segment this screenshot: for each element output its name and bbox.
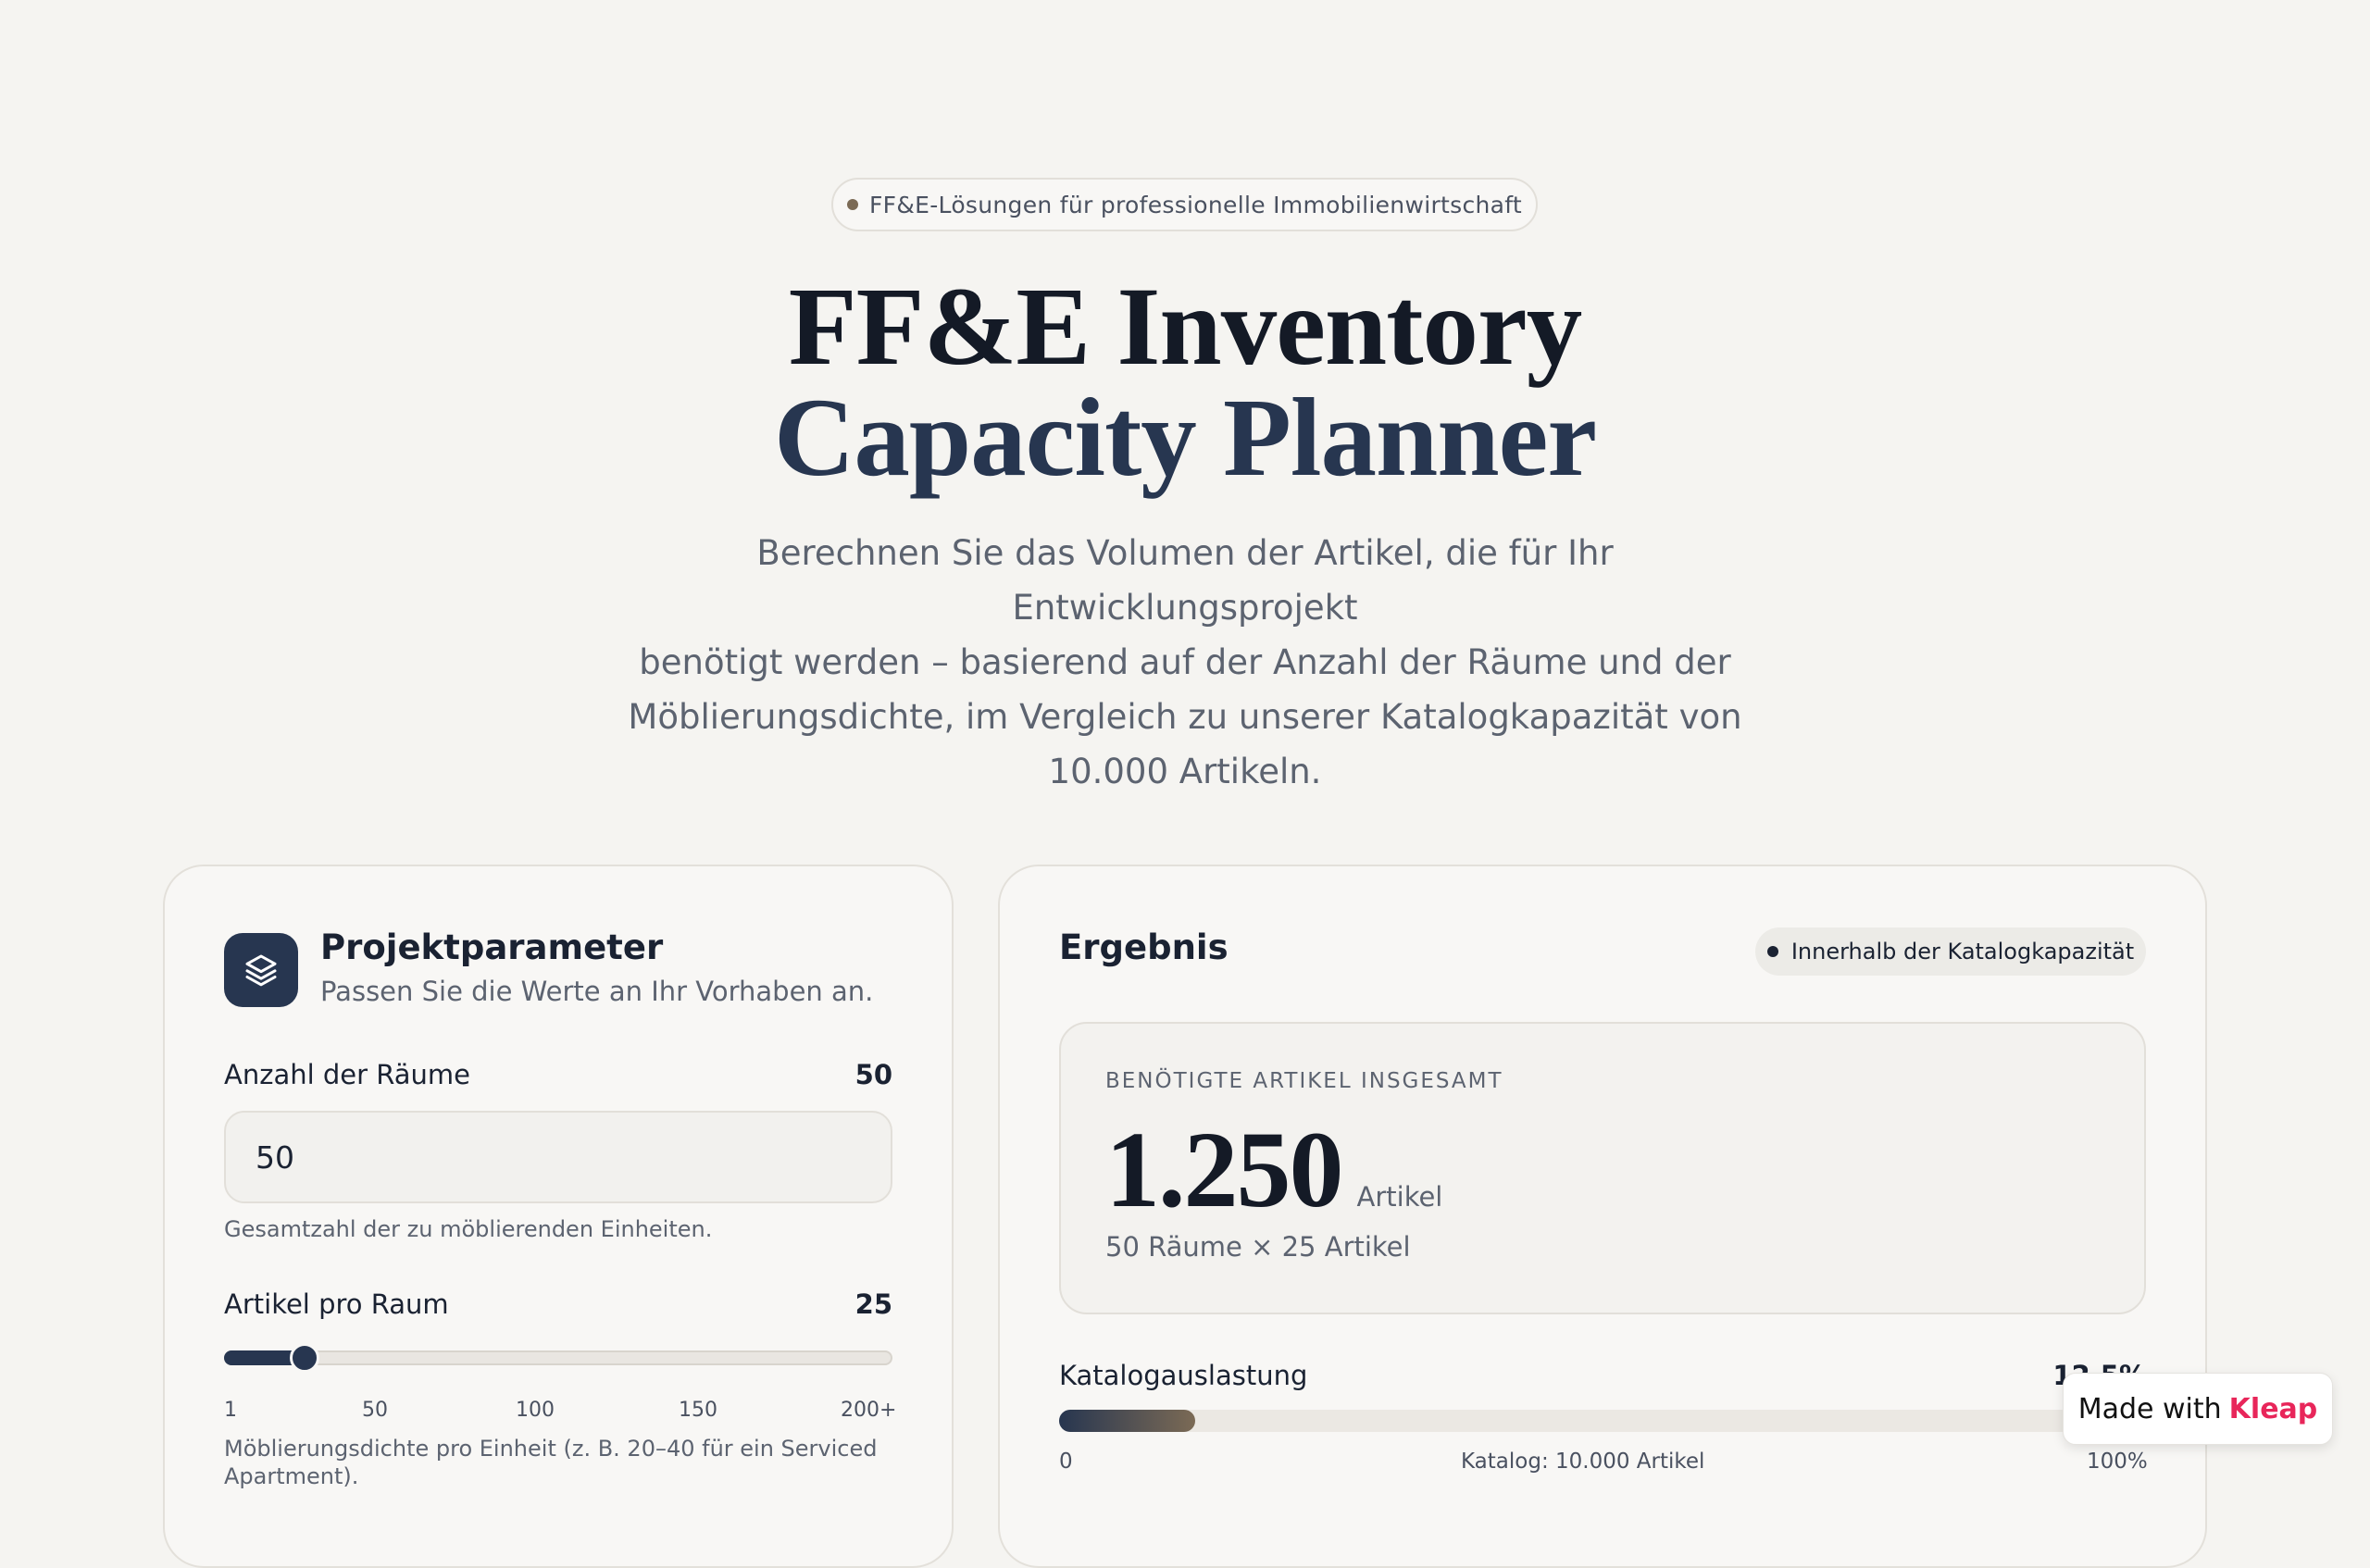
total-items-value: 1.250	[1105, 1109, 1343, 1230]
rooms-value: 50	[854, 1059, 892, 1090]
items-per-room-slider-thumb[interactable]	[290, 1343, 319, 1373]
slider-tick-label: 150	[679, 1399, 717, 1422]
items-per-room-slider-track[interactable]	[224, 1350, 892, 1365]
page-title-line-2: Capacity Planner	[773, 376, 1597, 500]
utilization-bar-track	[1059, 1410, 2146, 1432]
total-items-unit: Artikel	[1356, 1181, 1443, 1213]
subtitle-line: benötigt werden – basierend auf der Anza…	[639, 642, 1731, 682]
utilization-min-label: 0	[1059, 1450, 1073, 1474]
slider-tick-label: 100	[516, 1399, 555, 1422]
params-title: Projektparameter	[320, 927, 664, 967]
items-per-room-label: Artikel pro Raum	[224, 1288, 449, 1320]
capacity-status-text: Innerhalb der Katalogkapazität	[1790, 939, 2135, 964]
badge-dot-icon	[846, 199, 858, 210]
slider-tick-label: 200+	[841, 1399, 897, 1422]
status-dot-icon	[1766, 946, 1778, 957]
hint-line: Apartment).	[224, 1463, 359, 1489]
page-subtitle: Berechnen Sie das Volumen der Artikel, d…	[611, 526, 1759, 799]
made-with-text: Made with	[2077, 1392, 2222, 1425]
result-title: Ergebnis	[1059, 927, 1229, 967]
subtitle-line: Möblierungsdichte, im Vergleich zu unser…	[628, 697, 1742, 737]
utilization-catalog-label: Katalog: 10.000 Artikel	[1461, 1450, 1705, 1474]
items-per-room-hint: Möblierungsdichte pro Einheit (z. B. 20–…	[224, 1435, 878, 1490]
made-with-kleap-badge[interactable]: Made with Kleap	[2063, 1373, 2333, 1445]
total-items-formula: 50 Räume × 25 Artikel	[1105, 1231, 1411, 1263]
total-items-row: 1.250 Artikel	[1105, 1115, 1442, 1225]
hint-line: Möblierungsdichte pro Einheit (z. B. 20–…	[224, 1436, 878, 1462]
capacity-status-badge: Innerhalb der Katalogkapazität	[1755, 927, 2146, 976]
slider-tick-label: 1	[224, 1399, 237, 1422]
kleap-brand: Kleap	[2228, 1392, 2318, 1425]
utilization-max-label: 100%	[2087, 1450, 2148, 1474]
params-description: Passen Sie die Werte an Ihr Vorhaben an.	[320, 976, 874, 1007]
utilization-bar-fill	[1059, 1410, 1195, 1432]
total-items-label: BENÖTIGTE ARTIKEL INSGESAMT	[1105, 1069, 1503, 1093]
subtitle-line: Berechnen Sie das Volumen der Artikel, d…	[756, 533, 1614, 628]
hero-badge-text: FF&E-Lösungen für professionelle Immobil…	[868, 191, 1523, 218]
rooms-label: Anzahl der Räume	[224, 1059, 471, 1090]
items-per-room-value: 25	[854, 1288, 892, 1320]
layers-icon	[224, 933, 298, 1007]
rooms-input[interactable]: 50	[224, 1111, 892, 1203]
subtitle-line: 10.000 Artikeln.	[1048, 752, 1322, 791]
utilization-label: Katalogauslastung	[1059, 1360, 1308, 1391]
slider-tick-label: 50	[362, 1399, 388, 1422]
rooms-hint: Gesamtzahl der zu möblierenden Einheiten…	[224, 1216, 713, 1242]
hero-badge: FF&E-Lösungen für professionelle Immobil…	[831, 178, 1538, 231]
page-title-line-1: FF&E Inventory	[788, 265, 1582, 389]
